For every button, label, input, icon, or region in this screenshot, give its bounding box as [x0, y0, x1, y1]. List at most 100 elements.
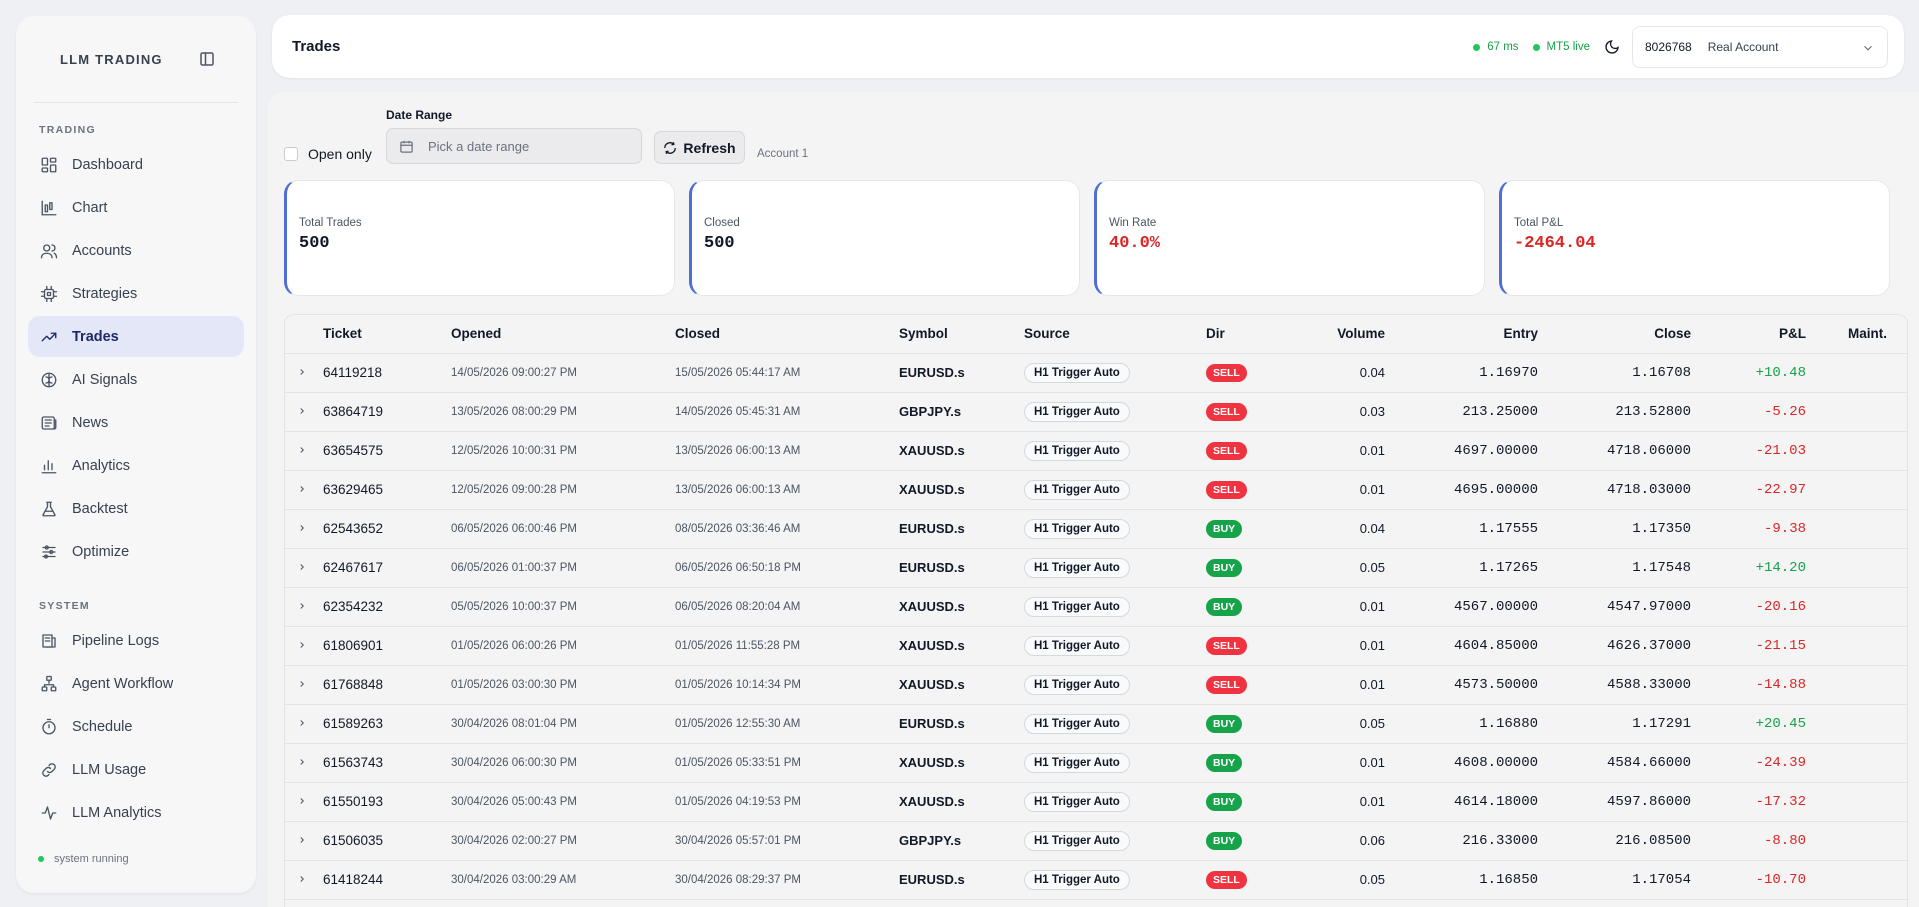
pnl-cell: -9.38	[1691, 509, 1806, 549]
stat-value: 500	[704, 234, 735, 253]
sidebar-item-trades[interactable]: Trades	[28, 316, 244, 357]
chevron-right-icon[interactable]	[297, 874, 307, 884]
chevron-right-icon[interactable]	[297, 562, 307, 572]
sidebar-item-agent-workflow[interactable]: Agent Workflow	[28, 663, 244, 704]
chevron-right-icon[interactable]	[297, 601, 307, 611]
table-row[interactable]: 62354232 05/05/2026 10:00:37 PM 06/05/2026…	[285, 587, 1907, 627]
column-header-source[interactable]: Source	[1024, 315, 1206, 354]
column-header-closed[interactable]: Closed	[675, 315, 899, 354]
chevron-right-icon[interactable]	[297, 796, 307, 806]
source-cell: H1 Trigger Auto	[1024, 704, 1206, 744]
sidebar-toggle-icon[interactable]	[198, 50, 216, 68]
source-badge: H1 Trigger Auto	[1024, 362, 1130, 383]
expand-cell[interactable]	[285, 353, 323, 393]
opened-cell: 12/05/2026 09:00:28 PM	[451, 470, 675, 510]
chevron-right-icon[interactable]	[297, 406, 307, 416]
table-row[interactable]: 61768848 01/05/2026 03:00:30 PM 01/05/2026…	[285, 665, 1907, 705]
table-row[interactable]: 61563743 30/04/2026 06:00:30 PM 01/05/2026…	[285, 743, 1907, 783]
chevron-right-icon[interactable]	[297, 718, 307, 728]
column-header-symbol[interactable]: Symbol	[899, 315, 1024, 354]
account-select[interactable]: 8026768 Real Account	[1632, 26, 1888, 68]
sidebar-item-chart[interactable]: Chart	[28, 187, 244, 228]
sidebar-item-label: Backtest	[72, 500, 128, 517]
source-cell: H1 Trigger Auto	[1024, 470, 1206, 510]
sidebar-item-label: Pipeline Logs	[72, 632, 160, 649]
sidebar-item-llm-analytics[interactable]: LLM Analytics	[28, 792, 244, 833]
chevron-right-icon[interactable]	[297, 445, 307, 455]
sidebar-item-dashboard[interactable]: Dashboard	[28, 144, 244, 185]
chevron-right-icon[interactable]	[297, 757, 307, 767]
table-row[interactable]: 61418244 30/04/2026 03:00:29 AM 30/04/2026…	[285, 860, 1907, 900]
sidebar-item-optimize[interactable]: Optimize	[28, 531, 244, 572]
table-row[interactable]: 61550193 30/04/2026 05:00:43 PM 01/05/2026…	[285, 782, 1907, 822]
closed-cell: 01/05/2026 10:14:34 PM	[675, 665, 899, 705]
expand-cell[interactable]	[285, 860, 323, 900]
column-header-pnl[interactable]: P&L	[1691, 315, 1806, 354]
sidebar-item-accounts[interactable]: Accounts	[28, 230, 244, 271]
sidebar-item-label: Schedule	[72, 718, 133, 735]
sidebar-item-backtest[interactable]: Backtest	[28, 488, 244, 529]
trades-table-container: Ticket Opened Closed Symbol Source Dir V…	[284, 314, 1908, 907]
column-header-ticket[interactable]: Ticket	[323, 315, 451, 354]
brand-title: LLM TRADING	[60, 51, 163, 67]
table-row[interactable]: 63864719 13/05/2026 08:00:29 PM 14/05/2026…	[285, 392, 1907, 432]
chevron-right-icon[interactable]	[297, 679, 307, 689]
sidebar-item-news[interactable]: News	[28, 402, 244, 443]
expand-cell[interactable]	[285, 470, 323, 510]
table-row[interactable]: 62543652 06/05/2026 06:00:46 PM 08/05/2026…	[285, 509, 1907, 549]
pnl-cell: +14.20	[1691, 548, 1806, 588]
chevron-right-icon[interactable]	[297, 484, 307, 494]
column-header-maint[interactable]: Maint.	[1806, 315, 1907, 354]
volume-cell: 0.01	[1280, 665, 1385, 705]
expand-cell[interactable]	[285, 431, 323, 471]
sidebar-item-llm-usage[interactable]: LLM Usage	[28, 749, 244, 790]
chevron-right-icon[interactable]	[297, 835, 307, 845]
column-header-dir[interactable]: Dir	[1206, 315, 1280, 354]
sidebar-item-analytics[interactable]: Analytics	[28, 445, 244, 486]
refresh-button[interactable]: Refresh	[654, 131, 745, 164]
sidebar-item-schedule[interactable]: Schedule	[28, 706, 244, 747]
sidebar-item-pipeline-logs[interactable]: Pipeline Logs	[28, 620, 244, 661]
open-only-checkbox[interactable]	[284, 147, 298, 161]
table-row[interactable]: 61506035 30/04/2026 02:00:27 PM 30/04/2026…	[285, 821, 1907, 861]
column-header-close[interactable]: Close	[1538, 315, 1691, 354]
chevron-right-icon[interactable]	[297, 367, 307, 377]
expand-cell[interactable]	[285, 665, 323, 705]
expand-cell[interactable]	[285, 587, 323, 627]
expand-cell[interactable]	[285, 821, 323, 861]
system-status: system running	[38, 853, 129, 865]
column-header-entry[interactable]: Entry	[1385, 315, 1538, 354]
source-cell: H1 Trigger Auto	[1024, 743, 1206, 783]
expand-cell[interactable]	[285, 782, 323, 822]
column-header-volume[interactable]: Volume	[1280, 315, 1385, 354]
opened-cell: 30/04/2026 02:00:27 PM	[451, 821, 675, 861]
open-only-toggle[interactable]: Open only	[284, 146, 372, 162]
table-row[interactable]: 61806901 01/05/2026 06:00:26 PM 01/05/2026…	[285, 626, 1907, 666]
expand-cell[interactable]	[285, 392, 323, 432]
chevron-right-icon[interactable]	[297, 640, 307, 650]
close-cell: 1.17548	[1538, 548, 1691, 588]
table-row[interactable]: 62467617 06/05/2026 01:00:37 PM 06/05/2026…	[285, 548, 1907, 588]
table-row[interactable]: 63629465 12/05/2026 09:00:28 PM 13/05/2026…	[285, 470, 1907, 510]
chevron-down-icon	[1864, 45, 1872, 51]
source-cell: H1 Trigger Auto	[1024, 665, 1206, 705]
volume-cell: 0.04	[1280, 509, 1385, 549]
opened-cell: 30/04/2026 03:00:29 AM	[451, 860, 675, 900]
sliders-icon	[42, 544, 56, 559]
expand-cell[interactable]	[285, 548, 323, 588]
sidebar-item-strategies[interactable]: Strategies	[28, 273, 244, 314]
expand-cell[interactable]	[285, 704, 323, 744]
chevron-right-icon[interactable]	[297, 523, 307, 533]
table-row[interactable]: 64119218 14/05/2026 09:00:27 PM 15/05/2026…	[285, 353, 1907, 393]
expand-cell[interactable]	[285, 743, 323, 783]
expand-cell[interactable]	[285, 626, 323, 666]
date-range-picker[interactable]: Pick a date range	[386, 128, 642, 164]
sidebar-item-ai-signals[interactable]: AI Signals	[28, 359, 244, 400]
column-header-opened[interactable]: Opened	[451, 315, 675, 354]
bar-chart-icon	[41, 459, 57, 473]
expand-cell[interactable]	[285, 509, 323, 549]
table-row[interactable]: 61589263 30/04/2026 08:01:04 PM 01/05/2026…	[285, 704, 1907, 744]
moon-icon[interactable]	[1604, 39, 1620, 55]
dir-cell: BUY	[1206, 821, 1280, 861]
table-row[interactable]: 63654575 12/05/2026 10:00:31 PM 13/05/2026…	[285, 431, 1907, 471]
